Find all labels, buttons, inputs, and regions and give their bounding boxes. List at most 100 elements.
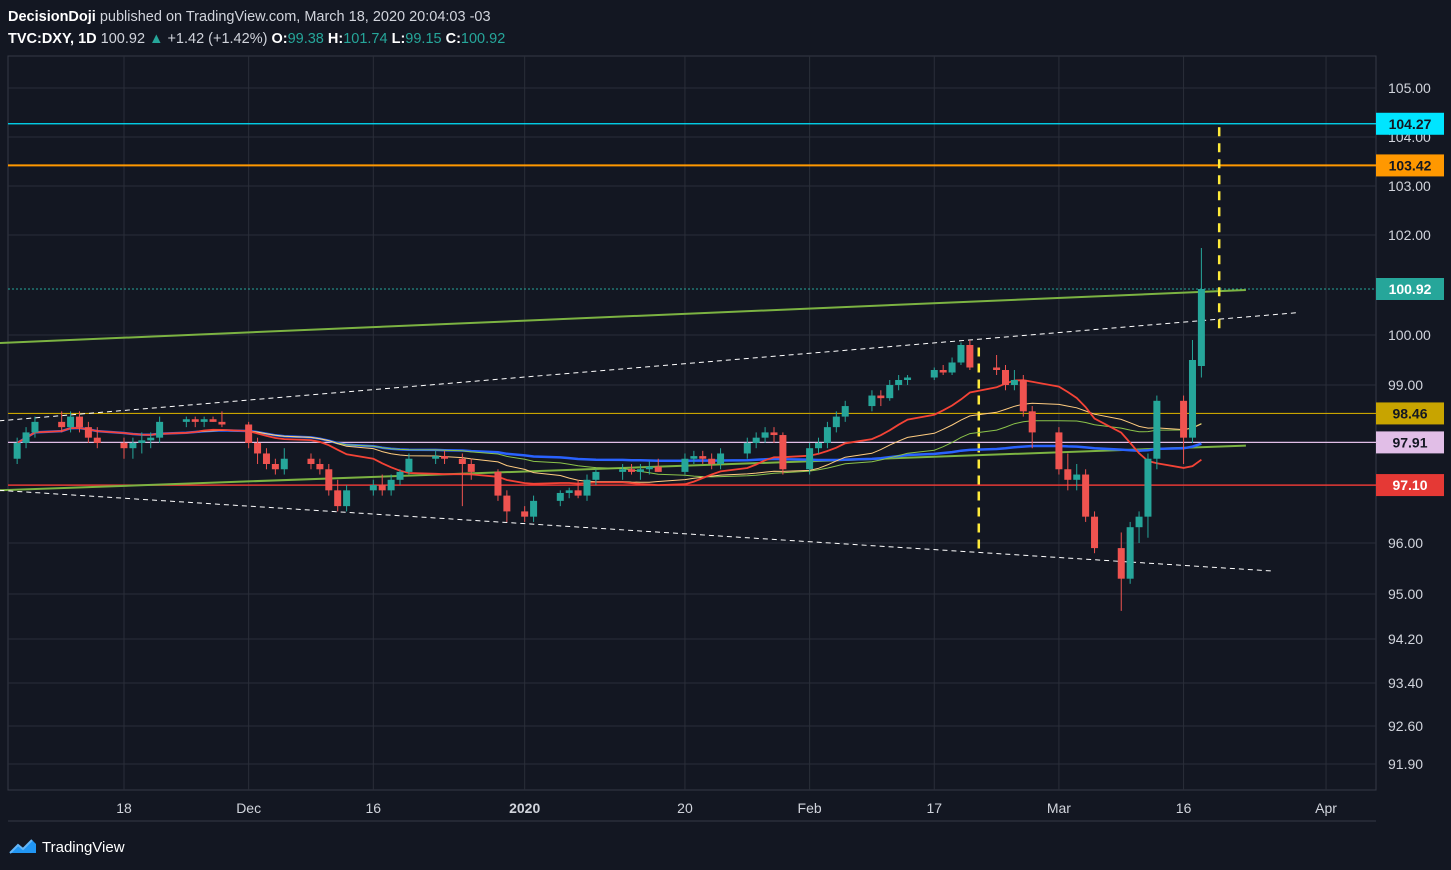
candle-body bbox=[779, 435, 787, 470]
candle-body bbox=[458, 458, 466, 464]
candle-body bbox=[636, 469, 644, 472]
candle-body bbox=[156, 421, 164, 438]
candle-body bbox=[1001, 370, 1009, 385]
candle-body bbox=[930, 370, 938, 378]
candle-body bbox=[245, 424, 253, 443]
candle-body bbox=[1144, 458, 1152, 517]
candle-body bbox=[993, 367, 1001, 370]
time-tick-label: 20 bbox=[677, 800, 693, 816]
candle-body bbox=[957, 345, 965, 363]
candle-body bbox=[147, 437, 155, 441]
time-tick-label: 16 bbox=[366, 800, 382, 816]
candle-body bbox=[895, 380, 903, 385]
time-tick-label: 16 bbox=[1176, 800, 1192, 816]
candle-body bbox=[1180, 400, 1188, 438]
price-tick-label: 102.00 bbox=[1388, 227, 1431, 243]
price-tick-label: 96.00 bbox=[1388, 535, 1423, 551]
candle-body bbox=[1028, 411, 1036, 433]
candle-body bbox=[31, 421, 39, 433]
tradingview-logo-icon bbox=[9, 839, 36, 854]
candle-body bbox=[280, 458, 288, 470]
candle-body bbox=[1135, 516, 1143, 528]
price-badge-label: 104.27 bbox=[1389, 116, 1432, 132]
tradingview-brand[interactable]: TradingView bbox=[8, 836, 125, 858]
candle-body bbox=[209, 419, 217, 422]
candle-body bbox=[708, 458, 716, 464]
price-tick-label: 91.90 bbox=[1388, 756, 1423, 772]
drawings bbox=[0, 123, 1376, 572]
candle-body bbox=[841, 406, 849, 417]
candle-body bbox=[1073, 474, 1081, 480]
candle-body bbox=[67, 416, 75, 428]
candle-body bbox=[565, 490, 573, 493]
price-chart[interactable]: 18 Dec 16 2020 20 Feb 17 Mar 16 Apr105.00104.0010… bbox=[0, 0, 1451, 870]
price-tick-label: 103.00 bbox=[1388, 178, 1431, 194]
price-tick-label: 95.00 bbox=[1388, 586, 1423, 602]
candle-body bbox=[316, 464, 324, 470]
candle-body bbox=[752, 437, 760, 443]
candle-body bbox=[1117, 548, 1125, 579]
candle-body bbox=[120, 442, 128, 449]
price-badge-label: 103.42 bbox=[1389, 157, 1432, 173]
price-badge-label: 98.46 bbox=[1392, 405, 1427, 421]
candle-body bbox=[1064, 469, 1072, 480]
candle-body bbox=[343, 490, 351, 507]
candle-body bbox=[494, 471, 502, 496]
candle-body bbox=[1019, 380, 1027, 412]
candle-body bbox=[432, 456, 440, 459]
candle-body bbox=[948, 362, 956, 373]
candle-body bbox=[307, 458, 315, 464]
candle-body bbox=[334, 490, 342, 507]
moving-average-green bbox=[16, 420, 1202, 478]
candle-body bbox=[262, 453, 270, 464]
price-badge-label: 97.91 bbox=[1392, 434, 1427, 450]
candle-body bbox=[1055, 432, 1063, 470]
candle-body bbox=[369, 485, 377, 491]
price-badge-label: 100.92 bbox=[1389, 281, 1432, 297]
candle-body bbox=[628, 469, 636, 472]
candle-body bbox=[200, 419, 208, 422]
candle-body bbox=[503, 495, 511, 512]
time-tick-label: 17 bbox=[926, 800, 942, 816]
candle-body bbox=[877, 395, 885, 399]
candle-body bbox=[1197, 289, 1205, 366]
time-tick-label: Mar bbox=[1047, 800, 1071, 816]
candle-body bbox=[770, 432, 778, 436]
candle-body bbox=[1126, 527, 1134, 579]
price-tick-label: 99.00 bbox=[1388, 377, 1423, 393]
candle-body bbox=[966, 345, 974, 368]
candle-body bbox=[904, 377, 912, 380]
candle-body bbox=[441, 456, 449, 459]
candle-body bbox=[138, 440, 146, 443]
candle-body bbox=[191, 419, 199, 422]
price-tick-label: 105.00 bbox=[1388, 80, 1431, 96]
candle-body bbox=[75, 416, 83, 428]
grid bbox=[7, 55, 1377, 822]
candle-body bbox=[1153, 400, 1161, 459]
time-tick-label: Apr bbox=[1315, 800, 1337, 816]
time-tick-label: 2020 bbox=[509, 800, 540, 816]
candles bbox=[13, 248, 1205, 611]
candle-body bbox=[806, 448, 814, 470]
candle-body bbox=[681, 458, 689, 472]
candle-body bbox=[218, 421, 226, 425]
candle-body bbox=[271, 464, 279, 470]
candle-body bbox=[129, 442, 137, 449]
candle-body bbox=[13, 442, 21, 459]
candle-body bbox=[1010, 380, 1018, 385]
candle-body bbox=[574, 490, 582, 496]
candle-body bbox=[325, 469, 333, 491]
price-badge-label: 97.10 bbox=[1392, 477, 1427, 493]
candle-body bbox=[743, 442, 751, 454]
time-tick-label: 18 bbox=[116, 800, 132, 816]
time-tick-label: Feb bbox=[798, 800, 822, 816]
candle-body bbox=[22, 432, 30, 443]
candle-body bbox=[84, 427, 92, 438]
price-tick-label: 92.60 bbox=[1388, 718, 1423, 734]
candle-body bbox=[378, 485, 386, 491]
candle-body bbox=[396, 471, 404, 480]
candle-body bbox=[939, 370, 947, 373]
candle-body bbox=[254, 442, 262, 454]
candle-body bbox=[530, 500, 538, 517]
candle-body bbox=[182, 419, 190, 422]
